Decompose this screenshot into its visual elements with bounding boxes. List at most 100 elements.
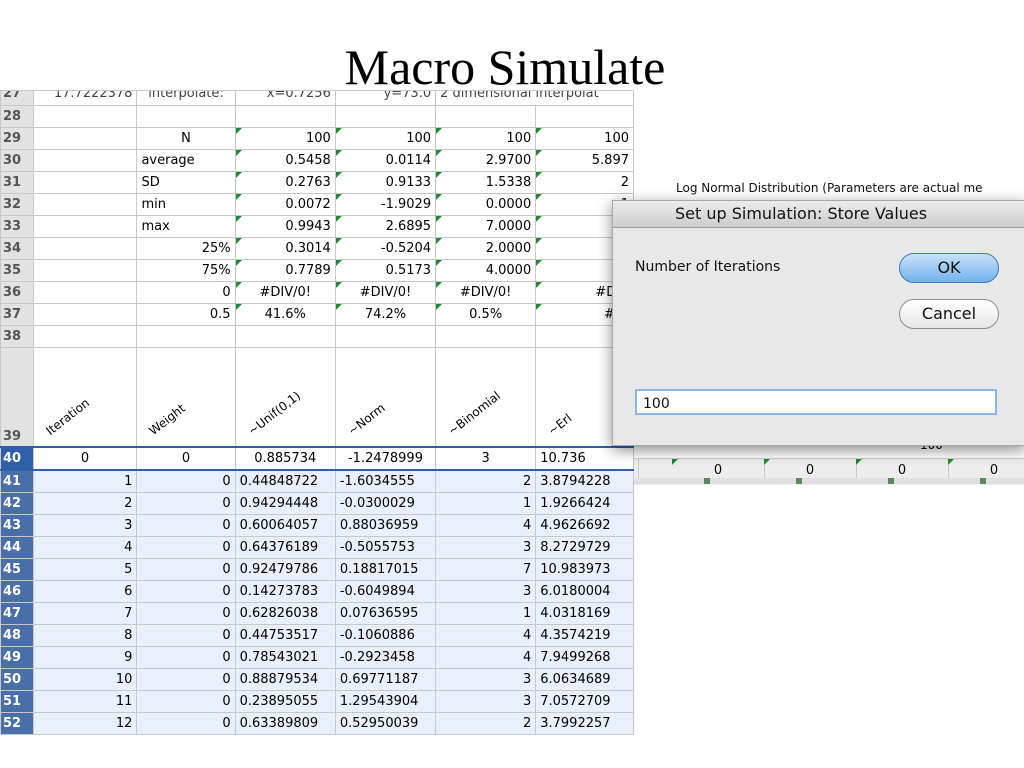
cell[interactable]: 10.736: [535, 446, 634, 471]
row-header[interactable]: 32: [0, 193, 34, 216]
cell[interactable]: 0.0072: [234, 193, 336, 216]
row-header[interactable]: 52: [0, 712, 34, 735]
cell[interactable]: 0.9133: [334, 171, 437, 194]
column-header-cell[interactable]: ~Binomial: [435, 347, 537, 448]
row-header[interactable]: 51: [0, 690, 34, 713]
row-header[interactable]: 37: [0, 303, 34, 326]
cell[interactable]: 0.5%: [435, 303, 537, 326]
cell[interactable]: 0.64376189: [234, 536, 336, 559]
cell[interactable]: 0.88036959: [334, 514, 437, 537]
cell[interactable]: 0.3014: [234, 237, 336, 260]
cell[interactable]: 11: [32, 690, 138, 713]
cell[interactable]: [32, 127, 138, 150]
cell[interactable]: 0.5: [136, 303, 236, 326]
cell[interactable]: -1.9029: [334, 193, 437, 216]
cell[interactable]: [32, 281, 138, 304]
cell[interactable]: 0: [136, 281, 236, 304]
row-header[interactable]: 28: [0, 105, 34, 128]
cell[interactable]: 0.0114: [334, 149, 437, 172]
cell[interactable]: 7: [435, 558, 537, 581]
cell[interactable]: x=0.7256: [234, 90, 336, 106]
cell[interactable]: 7: [32, 602, 138, 625]
cell[interactable]: -1.2478999: [334, 446, 437, 471]
cell[interactable]: [32, 149, 138, 172]
cell[interactable]: 7.9499268: [535, 646, 634, 669]
cell[interactable]: 4.3574219: [535, 624, 634, 647]
cell[interactable]: 4: [32, 536, 138, 559]
cell[interactable]: 12: [32, 712, 138, 735]
cell[interactable]: [32, 303, 138, 326]
cell[interactable]: 2: [32, 492, 138, 515]
cell[interactable]: 7.0572709: [535, 690, 634, 713]
cell[interactable]: SD: [136, 171, 236, 194]
row-header[interactable]: 36: [0, 281, 34, 304]
cell[interactable]: -1.6034555: [334, 469, 437, 493]
cell[interactable]: 0.52950039: [334, 712, 437, 735]
cell[interactable]: 8: [32, 624, 138, 647]
cell[interactable]: 0.44848722: [234, 469, 336, 493]
cell[interactable]: 4.0000: [435, 259, 537, 282]
cell[interactable]: [334, 325, 437, 348]
cell[interactable]: -0.0300029: [334, 492, 437, 515]
cell[interactable]: 3.7992257: [535, 712, 634, 735]
cell[interactable]: max: [136, 215, 236, 238]
cell[interactable]: 3: [435, 690, 537, 713]
row-header[interactable]: 48: [0, 624, 34, 647]
cell[interactable]: [32, 259, 138, 282]
cell[interactable]: 0.5458: [234, 149, 336, 172]
cell[interactable]: 4: [435, 624, 537, 647]
cell[interactable]: 0: [136, 712, 236, 735]
cell[interactable]: 74.2%: [334, 303, 437, 326]
cell[interactable]: 0.0000: [435, 193, 537, 216]
cell[interactable]: -0.5204: [334, 237, 437, 260]
iterations-input[interactable]: 100: [635, 389, 997, 415]
cell[interactable]: -0.6049894: [334, 580, 437, 603]
cell[interactable]: [32, 105, 138, 128]
cell[interactable]: #DIV/0!: [435, 281, 537, 304]
cell[interactable]: 0.69771187: [334, 668, 437, 691]
row-header[interactable]: 35: [0, 259, 34, 282]
cell[interactable]: 0.2763: [234, 171, 336, 194]
row-header[interactable]: 41: [0, 469, 34, 493]
cell[interactable]: 0.88879534: [234, 668, 336, 691]
cell[interactable]: 2: [435, 469, 537, 493]
row-header[interactable]: 31: [0, 171, 34, 194]
column-header-cell[interactable]: ~Norm: [334, 347, 437, 448]
cell[interactable]: 3: [435, 668, 537, 691]
cell[interactable]: 0.63389809: [234, 712, 336, 735]
cell[interactable]: interpolate:: [136, 90, 236, 106]
cell[interactable]: 0.7789: [234, 259, 336, 282]
row-header[interactable]: 29: [0, 127, 34, 150]
cell[interactable]: 0: [136, 690, 236, 713]
column-header-cell[interactable]: Weight: [136, 347, 236, 448]
row-header[interactable]: 45: [0, 558, 34, 581]
cell[interactable]: 3: [32, 514, 138, 537]
row-header[interactable]: 40: [0, 446, 34, 471]
cell[interactable]: 0: [32, 446, 138, 471]
cell[interactable]: 0: [136, 580, 236, 603]
cell[interactable]: 2: [435, 712, 537, 735]
cell[interactable]: [234, 325, 336, 348]
cell[interactable]: [32, 193, 138, 216]
cell[interactable]: 1: [32, 469, 138, 493]
cell[interactable]: 0: [136, 668, 236, 691]
cell[interactable]: 2 dimensional interpolat: [435, 90, 634, 106]
cell[interactable]: [234, 105, 336, 128]
cell[interactable]: 75%: [136, 259, 236, 282]
cell[interactable]: [136, 325, 236, 348]
cell[interactable]: 0.07636595: [334, 602, 437, 625]
cell[interactable]: 0.60064057: [234, 514, 336, 537]
row-header[interactable]: 46: [0, 580, 34, 603]
row-header[interactable]: 43: [0, 514, 34, 537]
row-header[interactable]: 50: [0, 668, 34, 691]
column-header-cell[interactable]: ~Unif(0,1): [234, 347, 336, 448]
cell[interactable]: [334, 105, 437, 128]
cell[interactable]: 0: [136, 469, 236, 493]
cell[interactable]: 2.0000: [435, 237, 537, 260]
cell[interactable]: -0.1060886: [334, 624, 437, 647]
cell[interactable]: -0.2923458: [334, 646, 437, 669]
cell[interactable]: 0: [136, 624, 236, 647]
cell[interactable]: 6: [32, 580, 138, 603]
cell[interactable]: 0.23895055: [234, 690, 336, 713]
cancel-button[interactable]: Cancel: [899, 299, 999, 329]
